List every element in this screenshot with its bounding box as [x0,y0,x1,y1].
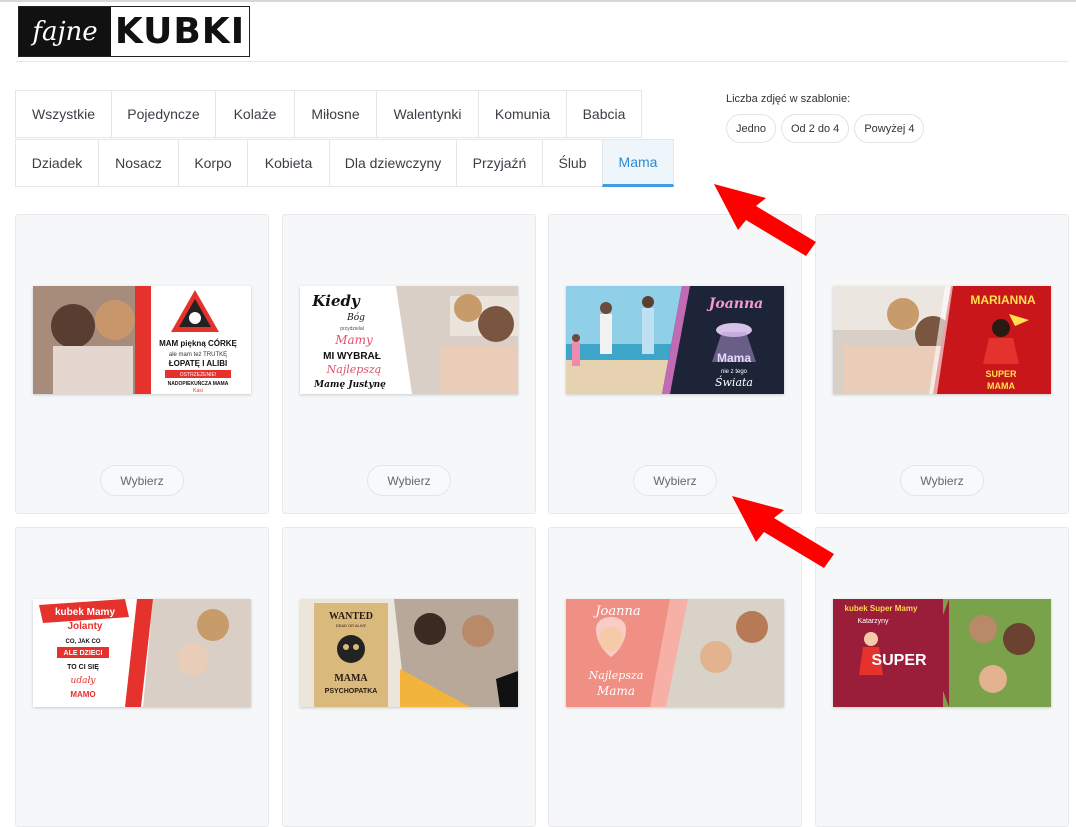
logo-script-text: fajne [19,7,111,56]
filter-powyzej-4-button[interactable]: Powyżej 4 [854,114,925,143]
template-text-3: CO, JAK CO [65,639,100,645]
filter-jedno-button[interactable]: Jedno [726,114,776,143]
tab-walentynki[interactable]: Walentynki [376,90,479,138]
filter-od-2-do-4-button[interactable]: Od 2 do 4 [780,114,850,143]
tab-korpo[interactable]: Korpo [178,139,248,187]
tab-nosacz[interactable]: Nosacz [98,139,179,187]
template-text-2: SUPER [985,369,1017,379]
tab-pojedyncze[interactable]: Pojedyncze [111,90,216,138]
select-template-button[interactable]: Wybierz [900,465,984,496]
template-text-5: NADOPIEKUŃCZA MAMA [168,379,229,387]
logo-bold-text: KUBKI [114,11,246,52]
tab-kobieta[interactable]: Kobieta [247,139,330,187]
template-text-2: Mama [717,351,751,365]
template-thumbnail[interactable]: Joanna Mama nie z tego Świata [566,286,784,394]
category-tabs-row-1: Wszystkie Pojedyncze Kolaże Miłosne Wale… [15,90,642,138]
tab-mama[interactable]: Mama [602,139,674,187]
template-text-3: MAMA [987,381,1015,391]
template-text-1: kubek Mamy [55,607,115,618]
tab-slub[interactable]: Ślub [542,139,603,187]
template-text-4: PSYCHOPATKA [325,688,378,695]
template-text-1: WANTED [329,611,373,622]
template-card[interactable]: Joanna Najlepsza Mama [548,527,802,827]
template-card[interactable]: Kiedy Bóg przydzielał Mamy MI WYBRAŁ Naj… [282,214,536,514]
red-arrow-icon [732,496,834,568]
template-text-1: kubek Super Mamy [845,604,918,613]
tab-babcia[interactable]: Babcia [566,90,642,138]
tab-kolaze[interactable]: Kolaże [215,90,295,138]
template-text-5: MI WYBRAŁ [323,351,381,362]
template-thumbnail[interactable]: Kiedy Bóg przydzielał Mamy MI WYBRAŁ Naj… [300,286,518,394]
category-tabs-row-2: Dziadek Nosacz Korpo Kobieta Dla dziewcz… [15,139,674,187]
template-card[interactable]: MAM piękną CÓRKĘ ale mam też TRUTKĘ ŁOPA… [15,214,269,514]
template-text-3: przydzielał [340,326,365,332]
template-text-1: MAM piękną CÓRKĘ [159,339,237,348]
template-text-3: Mama [596,684,635,698]
tab-milosne[interactable]: Miłosne [294,90,377,138]
site-logo[interactable]: fajne KUBKI [18,6,250,57]
template-text-3: MAMA [334,673,368,684]
template-text-3: SUPER [871,652,927,669]
template-text-1: MARIANNA [970,293,1036,307]
red-arrow-icon [714,184,816,256]
top-border [0,0,1076,2]
template-text-6: Najlepszą [326,363,382,376]
template-text-4: ALE DZIECI [64,650,103,657]
template-thumbnail[interactable]: Joanna Najlepsza Mama [566,599,784,707]
template-text-7: Mamę Justynę [313,380,386,390]
photo-count-filter: Jedno Od 2 do 4 Powyżej 4 [726,114,925,143]
template-card[interactable]: MARIANNA SUPER MAMA Wybierz [815,214,1069,514]
template-text-2: Katarzyny [857,618,889,625]
template-text-1: Joanna [592,604,640,619]
template-text-3: ŁOPATĘ I ALIBI [169,359,228,368]
select-template-button[interactable]: Wybierz [100,465,184,496]
template-text-4: Mamy [334,333,373,347]
select-template-button[interactable]: Wybierz [633,465,717,496]
template-text-2: Jolanty [67,621,102,632]
photo-count-label: Liczba zdjęć w szablonie: [726,93,851,105]
template-text-2: Bóg [346,312,365,323]
template-text-2: Najlepsza [588,669,644,682]
template-thumbnail[interactable]: MARIANNA SUPER MAMA [833,286,1051,394]
template-text-4: Świata [715,375,753,389]
template-card[interactable]: kubek Super Mamy Katarzyny SUPER [815,527,1069,827]
template-text-5: TO CI SIĘ [67,664,99,671]
template-text-2: DEAD OR ALIVE [336,623,367,628]
template-card[interactable]: kubek Mamy Jolanty CO, JAK CO ALE DZIECI… [15,527,269,827]
template-text-4: OSTRZEŻENIE! [180,371,216,378]
template-card[interactable]: WANTED DEAD OR ALIVE MAMA PSYCHOPATKA [282,527,536,827]
tab-dziadek[interactable]: Dziadek [15,139,99,187]
template-thumbnail[interactable]: kubek Super Mamy Katarzyny SUPER [833,599,1051,707]
template-thumbnail[interactable]: WANTED DEAD OR ALIVE MAMA PSYCHOPATKA [300,599,518,707]
tab-wszystkie[interactable]: Wszystkie [15,90,112,138]
template-text-3: nie z tego [721,369,748,375]
template-text-6: udały [71,676,97,686]
template-text-6: Kasi [193,388,203,394]
template-thumbnail[interactable]: kubek Mamy Jolanty CO, JAK CO ALE DZIECI… [33,599,251,707]
tab-komunia[interactable]: Komunia [478,90,567,138]
template-text-1: Kiedy [311,292,361,310]
template-text-1: Joanna [706,296,763,312]
template-text-7: MAMO [70,690,95,699]
template-text-2: ale mam też TRUTKĘ [169,352,227,358]
header-divider [16,61,1068,62]
tab-przyjazn[interactable]: Przyjaźń [456,139,543,187]
tab-dla-dziewczyny[interactable]: Dla dziewczyny [329,139,457,187]
template-thumbnail[interactable]: MAM piękną CÓRKĘ ale mam też TRUTKĘ ŁOPA… [33,286,251,394]
select-template-button[interactable]: Wybierz [367,465,451,496]
